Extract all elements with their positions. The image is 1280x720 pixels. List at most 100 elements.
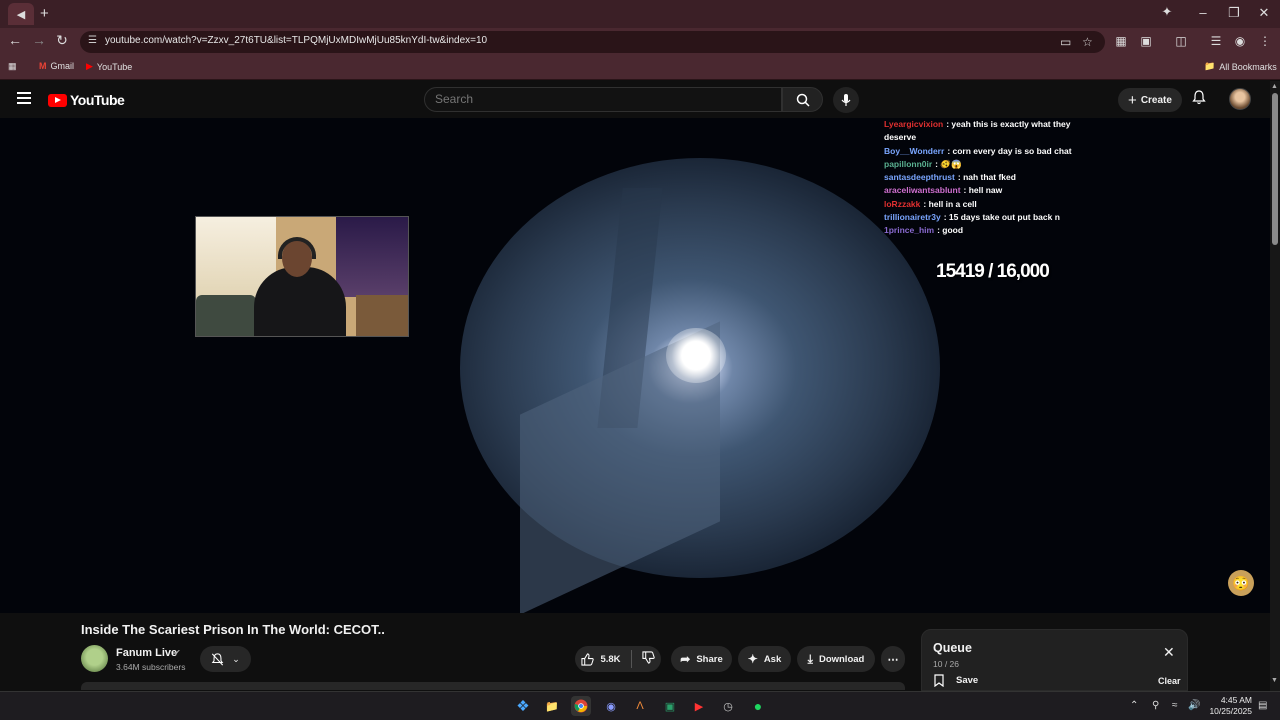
create-button[interactable]: + Create <box>1118 88 1182 112</box>
file-explorer-icon[interactable]: 📁 <box>542 696 562 716</box>
chat-message: santasdeepthrust: nah that fked <box>884 172 1016 183</box>
queue-clear-button[interactable]: Clear <box>1158 676 1181 686</box>
more-actions-button[interactable]: ⋯ <box>881 646 905 672</box>
profile-icon[interactable]: ◉ <box>1231 34 1249 48</box>
chat-username: Boy__Wonderr <box>884 145 945 156</box>
microphone-icon <box>841 93 851 106</box>
new-tab-button[interactable]: + <box>40 5 49 22</box>
notifications-bell-icon[interactable] <box>1192 90 1206 108</box>
bell-off-icon <box>211 652 224 665</box>
more-horizontal-icon: ⋯ <box>887 653 899 666</box>
search-button[interactable] <box>782 87 823 112</box>
url-text: youtube.com/watch?v=Zzxv_27t6TU&list=TLP… <box>105 35 488 46</box>
like-count: 5.8K <box>600 653 621 665</box>
chat-overlay: Lyeargicvixion: yeah this is exactly wha… <box>884 118 1074 238</box>
gemini-icon[interactable]: ✦ <box>1152 4 1182 20</box>
chat-message: araceliwantsablunt: hell naw <box>884 185 1003 196</box>
queue-close-icon[interactable]: ✕ <box>1163 644 1175 661</box>
subscribed-notifications-button[interactable]: ⌄ <box>200 646 251 672</box>
taskbar: ❖ 📁 ◉ Λ ▣ ▶ ◷ ● ⌃ ⚲ ≈ 🔊 4:45 AM 10/25/20… <box>0 691 1280 720</box>
youtube-play-icon <box>48 93 67 107</box>
page-scrollbar[interactable]: ▲ ▼ <box>1270 81 1280 691</box>
channel-name[interactable]: Fanum Live <box>116 647 177 659</box>
verified-badge-icon: ✔ <box>174 648 181 657</box>
chrome-icon[interactable] <box>571 696 591 716</box>
search-box[interactable] <box>424 87 782 112</box>
chat-message: Boy__Wonderr: corn every day is so bad c… <box>884 145 1072 156</box>
like-button[interactable]: 5.8K <box>581 652 621 666</box>
browser-tab[interactable]: ◀ <box>8 3 34 25</box>
queue-panel: Queue 10 / 26 ✕ Save Clear <box>921 629 1188 691</box>
youtube-logo[interactable]: YouTube <box>48 92 125 108</box>
webcam-couch <box>196 295 256 336</box>
ask-button[interactable]: ✦ Ask <box>738 646 791 672</box>
mic-tray-icon[interactable]: ⚲ <box>1152 700 1159 711</box>
youtube-app-icon[interactable]: ▶ <box>689 696 709 716</box>
bookmark-gmail[interactable]: M Gmail <box>39 61 74 71</box>
dislike-button[interactable] <box>641 651 655 667</box>
search-input[interactable] <box>435 92 765 106</box>
subscriber-goal-counter: 15419 / 16,000 <box>936 261 1050 282</box>
menu-icon[interactable] <box>17 92 31 104</box>
plus-icon: + <box>1128 91 1137 109</box>
notification-center-icon[interactable]: ▤ <box>1258 700 1267 711</box>
chat-message: papillonn0ir: 🫨😱 <box>884 158 962 169</box>
taskbar-clock[interactable]: 4:45 AM 10/25/2025 <box>1206 695 1252 717</box>
gmail-icon: M <box>39 61 47 71</box>
media-controls-icon[interactable]: ☰ <box>1207 34 1225 48</box>
browser-toolbar: ← → ↻ ☰ youtube.com/watch?v=Zzxv_27t6TU&… <box>0 28 1280 56</box>
chat-username: santasdeepthrust <box>884 172 955 183</box>
split-view-icon[interactable]: ◫ <box>1172 34 1190 48</box>
chat-message: 1prince_him: good <box>884 225 964 236</box>
scrollbar-thumb[interactable] <box>1272 93 1278 245</box>
restore-button[interactable]: ❐ <box>1219 5 1249 21</box>
minimize-button[interactable]: – <box>1188 5 1218 20</box>
scroll-up-icon[interactable]: ▲ <box>1271 83 1278 90</box>
webcam-person <box>254 267 346 336</box>
chat-username: papillonn0ir <box>884 158 933 169</box>
menu-kebab-icon[interactable]: ⋮ <box>1256 34 1274 48</box>
thumbs-down-icon <box>641 651 655 664</box>
search-icon <box>796 93 810 107</box>
windows-start-icon[interactable]: ❖ <box>513 696 533 716</box>
share-button[interactable]: ➦ Share <box>671 646 732 672</box>
discord-icon[interactable]: ◉ <box>601 696 621 716</box>
bookmark-star-icon[interactable]: ☆ <box>1082 35 1093 49</box>
chat-username: araceliwantsablunt <box>884 185 961 196</box>
queue-save-button[interactable]: Save <box>934 674 978 687</box>
extensions-puzzle-icon[interactable]: ▣ <box>1137 34 1155 48</box>
all-bookmarks[interactable]: 📁 All Bookmarks <box>1204 61 1277 72</box>
app-a-icon[interactable]: Λ <box>630 696 650 716</box>
video-player[interactable]: Lyeargicvixion: yeah this is exactly wha… <box>0 118 1270 613</box>
extension-icon[interactable]: ▦ <box>1112 34 1130 48</box>
video-title: Inside The Scariest Prison In The World:… <box>81 622 385 637</box>
chat-username: trillionairetr3y <box>884 212 941 223</box>
chat-message: Lyeargicvixion: yeah this is exactly wha… <box>884 119 1071 143</box>
channel-avatar[interactable] <box>81 645 108 672</box>
account-avatar[interactable] <box>1229 88 1251 110</box>
streamer-webcam <box>195 216 409 337</box>
site-info-icon[interactable]: ☰ <box>88 35 97 46</box>
back-button[interactable]: ← <box>5 32 25 48</box>
bookmark-youtube[interactable]: ▶ YouTube <box>86 61 132 72</box>
excel-icon[interactable]: ▣ <box>660 696 680 716</box>
wifi-icon[interactable]: ≈ <box>1172 700 1178 711</box>
reaction-emoji-button[interactable]: 😳 <box>1228 570 1254 596</box>
scroll-down-icon[interactable]: ▼ <box>1271 677 1278 684</box>
tray-chevron-icon[interactable]: ⌃ <box>1130 700 1138 711</box>
youtube-icon: ▶ <box>86 61 93 71</box>
flashlight-glow <box>666 328 726 383</box>
address-bar[interactable]: ☰ youtube.com/watch?v=Zzxv_27t6TU&list=T… <box>80 31 1105 53</box>
spotify-icon[interactable]: ● <box>748 696 768 716</box>
apps-grid-icon[interactable]: ▦ <box>8 61 17 72</box>
volume-icon[interactable]: 🔊 <box>1188 700 1200 711</box>
voice-search-button[interactable] <box>833 87 859 113</box>
clock-app-icon[interactable]: ◷ <box>718 696 738 716</box>
download-button[interactable]: ⤓ Download <box>797 646 875 672</box>
reload-button[interactable]: ↻ <box>52 32 72 49</box>
close-window-button[interactable]: ✕ <box>1249 5 1279 21</box>
chat-username: loRzzakk <box>884 198 921 209</box>
install-app-icon[interactable]: ▭ <box>1060 35 1071 49</box>
description-box[interactable] <box>81 682 905 690</box>
forward-button[interactable]: → <box>29 32 49 48</box>
